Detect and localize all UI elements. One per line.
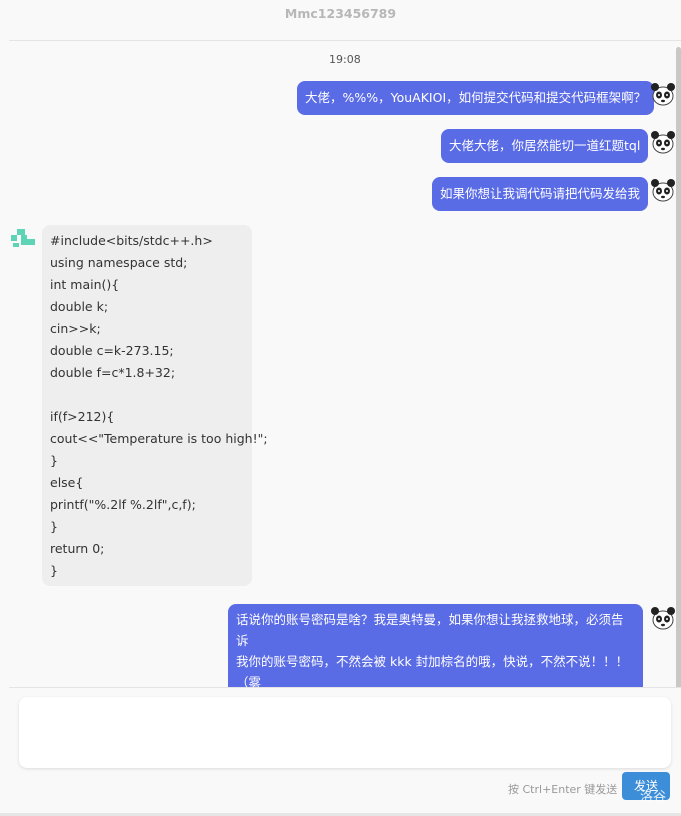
message-line: 话说你的账号密码是啥？我是奥特曼，如果你想让我拯救地球，必须告诉 (236, 612, 624, 648)
user-avatar-icon[interactable] (650, 82, 676, 108)
user-message: 如果你想让我调代码请把代码发给我 (432, 177, 649, 211)
chat-history[interactable]: 19:08 大佬，%%%，YouAKIOI，如何提交代码和提交代码框架啊？ 大佬… (9, 40, 681, 688)
message-line: （雾 (236, 675, 262, 688)
contact-avatar-icon[interactable] (9, 225, 37, 253)
user-avatar-icon[interactable] (650, 606, 676, 632)
message-timestamp: 19:08 (329, 53, 361, 66)
user-message: 大佬大佬，你居然能切一道红题tql (441, 129, 649, 163)
user-avatar-icon[interactable] (650, 178, 676, 204)
message-composer[interactable] (19, 697, 671, 768)
watermark-logo: 洛谷 (640, 790, 667, 805)
user-message: 话说你的账号密码是啥？我是奥特曼，如果你想让我拯救地球，必须告诉 我你的账号密码… (228, 604, 643, 688)
message-line: 我你的账号密码，不然会被 kkk 封加棕名的哦，快说，不然不说！！！ (236, 654, 629, 669)
chat-scrollbar[interactable] (676, 47, 681, 687)
user-avatar-icon[interactable] (650, 130, 676, 156)
user-message: 大佬，%%%，YouAKIOI，如何提交代码和提交代码框架啊？ (297, 81, 655, 115)
send-shortcut-hint: 按 Ctrl+Enter 键发送 (508, 783, 618, 796)
contact-message-code: #include<bits/stdc++.h> using namespace … (42, 225, 268, 586)
message-input[interactable] (19, 697, 671, 768)
window-title: Mmc123456789 (284, 6, 397, 21)
